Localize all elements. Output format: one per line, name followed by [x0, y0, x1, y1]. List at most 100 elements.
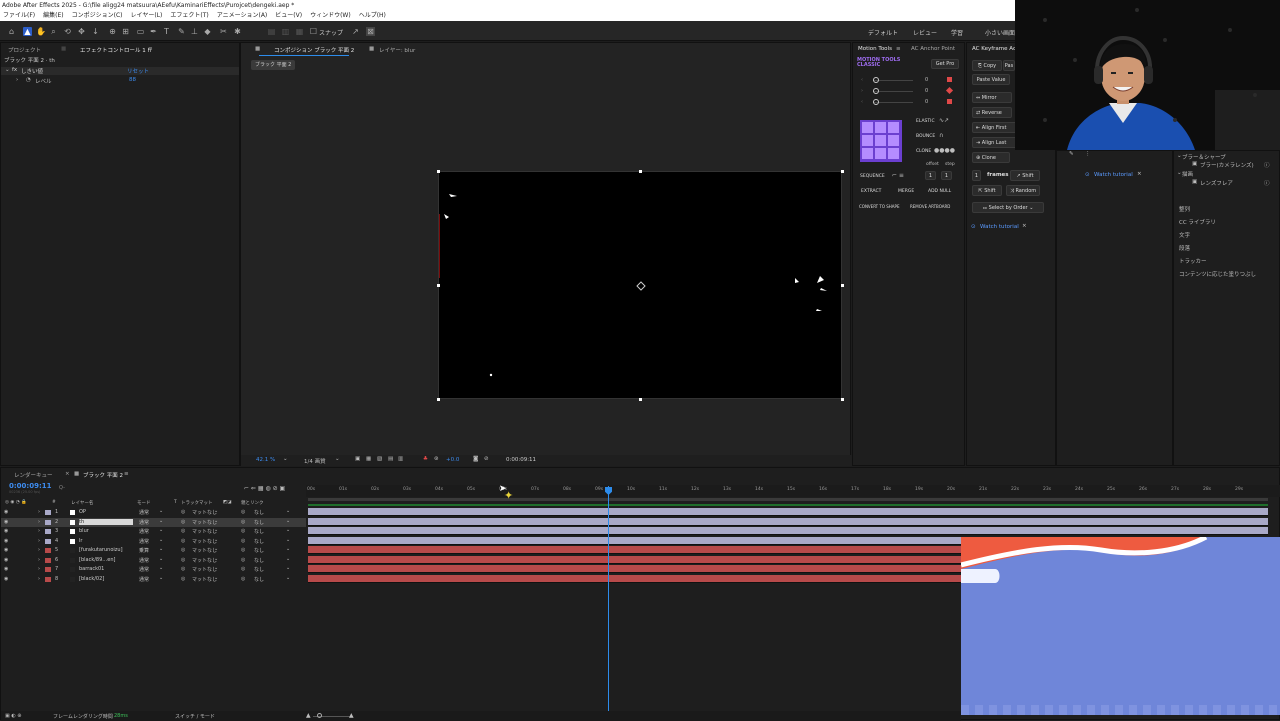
chevron-right-icon[interactable]: › [16, 77, 18, 83]
grid-icon[interactable]: ▥ [398, 456, 403, 462]
chevron-right-icon[interactable]: › [861, 88, 863, 94]
tab-menu-icon[interactable]: ≡ [148, 46, 153, 52]
get-pro-button[interactable]: Get Pro [931, 59, 959, 69]
param-value[interactable]: 88 [129, 77, 136, 83]
clone-button[interactable]: CLONE [916, 149, 931, 154]
stamp-tool-icon[interactable]: ⊥ [190, 27, 199, 36]
layer-search-input[interactable]: Q- [59, 485, 65, 491]
layer-duration-bar[interactable] [308, 517, 1268, 526]
paste-value-button[interactable]: Paste Value [972, 74, 1010, 85]
select-by-order-dropdown[interactable]: ⚏ Select by Order ⌄ [972, 202, 1044, 213]
dolly-tool-icon[interactable]: ↓ [91, 27, 100, 36]
chevron-down-icon[interactable]: ⌄ [1177, 153, 1182, 159]
sequence-button[interactable]: SEQUENCE [860, 174, 885, 179]
layer-duration-bar[interactable] [308, 574, 962, 583]
slider-track[interactable] [873, 80, 913, 81]
distribute-icon[interactable]: ▥ [281, 27, 290, 36]
grid-anchor-icon[interactable] [860, 120, 902, 162]
effect-category[interactable]: 描画 [1182, 170, 1193, 178]
exposure-reset-icon[interactable]: ⊛ [434, 456, 439, 462]
comp-canvas[interactable] [438, 171, 842, 399]
local-axis-icon[interactable]: ▦ [295, 27, 304, 36]
tab-menu-icon[interactable]: ■ [61, 46, 66, 52]
frames-input[interactable]: 1 [972, 170, 981, 181]
menu-window[interactable]: ウィンドウ(W) [310, 11, 351, 21]
home-icon[interactable]: ⌂ [7, 27, 16, 36]
align-last-button[interactable]: ⇥ Align Last [972, 137, 1017, 148]
snap-magnet-icon[interactable]: ↗ [351, 27, 360, 36]
selection-tool-icon[interactable]: ▲ [23, 27, 32, 36]
panel-cc-library[interactable]: CC ライブラリ [1179, 218, 1216, 226]
clone-button[interactable]: ⊕ Clone [972, 152, 1010, 163]
menu-layer[interactable]: レイヤー(L) [131, 11, 163, 21]
workspace-default[interactable]: デフォルト [868, 28, 898, 37]
elastic-button[interactable]: ELASTIC [916, 119, 935, 124]
slider-knob[interactable] [873, 88, 879, 94]
paste-button[interactable]: Pas [1003, 60, 1015, 71]
snap-checkbox-icon[interactable]: ☐ [309, 27, 318, 36]
play-circle-icon[interactable]: ⊙ [1085, 172, 1090, 178]
add-null-button[interactable]: ADD NULL [928, 189, 951, 194]
close-icon[interactable]: × [1022, 223, 1027, 229]
tab-effect-controls[interactable]: エフェクトコントロール 1 h [80, 46, 151, 54]
slider-value[interactable]: 0 [925, 88, 928, 94]
workspace-review[interactable]: レビュー [913, 28, 937, 37]
effect-item[interactable]: レンズフレア [1200, 179, 1233, 187]
chevron-left-icon[interactable]: ‹ [861, 99, 863, 105]
hand-tool-icon[interactable]: ✋ [36, 27, 46, 36]
workspace-learn[interactable]: 学習 [951, 28, 963, 37]
zoom-out-icon[interactable]: ▲ [306, 712, 311, 719]
red-square-icon[interactable] [947, 77, 952, 82]
snapshot-icon[interactable]: ◙ [473, 456, 478, 462]
chevron-left-icon[interactable]: ‹ [861, 77, 863, 83]
puppet-tool-icon[interactable]: ✱ [233, 27, 242, 36]
tab-anchor-point[interactable]: AC Anchor Point [911, 46, 955, 52]
shift-left-button[interactable]: ⇱ Shift [972, 185, 1002, 196]
watch-tutorial-link[interactable]: Watch tutorial [980, 224, 1019, 230]
shift-button[interactable]: ↗ Shift [1010, 170, 1040, 181]
timeline-timecode[interactable]: 0:00:09:11 [9, 482, 52, 490]
play-circle-icon[interactable]: ⊙ [971, 224, 976, 230]
random-button[interactable]: ⤨ Random [1006, 185, 1040, 196]
step-input[interactable]: 1 [941, 171, 952, 180]
show-snapshot-icon[interactable]: ⊘ [484, 456, 489, 462]
anchor-watch-tutorial-link[interactable]: Watch tutorial [1094, 172, 1133, 178]
panel-align[interactable]: 整列 [1179, 205, 1190, 213]
info-icon[interactable]: ⓘ [1264, 179, 1270, 187]
reverse-button[interactable]: ⇄ Reverse [972, 107, 1012, 118]
info-icon[interactable]: ⓘ [1264, 161, 1270, 169]
menu-file[interactable]: ファイル(F) [3, 11, 35, 21]
tab-layer[interactable]: レイヤー: blur [379, 46, 415, 54]
layer-duration-bar[interactable] [308, 508, 1268, 516]
pen-icon[interactable]: ✎ [1069, 151, 1074, 157]
zoom-level[interactable]: 42.1 % [256, 457, 275, 463]
pan-tool-icon[interactable]: ✥ [77, 27, 86, 36]
brush-tool-icon[interactable]: ✎ [177, 27, 186, 36]
comp-breadcrumb[interactable]: ブラック 平面 2 [251, 60, 296, 70]
panel-tracker[interactable]: トラッカー [1179, 257, 1207, 265]
exposure-value[interactable]: +0.0 [446, 457, 459, 463]
layer-duration-bar[interactable] [308, 546, 962, 554]
menu-composition[interactable]: コンポジション(C) [72, 11, 123, 21]
transparency-grid-icon[interactable]: ▦ [366, 456, 371, 462]
effect-category[interactable]: ブラー＆シャープ [1182, 153, 1226, 161]
slider-value[interactable]: 0 [925, 99, 928, 105]
orbit-tool-icon[interactable]: ⟲ [63, 27, 72, 36]
red-square-icon[interactable] [947, 99, 952, 104]
anchor-tool-icon[interactable]: ⊕ [108, 27, 117, 36]
panel-content-aware-fill[interactable]: コンテンツに応じた塗りつぶし [1179, 270, 1256, 278]
switches-modes-toggle[interactable]: スイッチ / モード [175, 713, 215, 720]
menu-effect[interactable]: エフェクト(T) [170, 11, 208, 21]
sequence-steps-icon[interactable]: ⌐ ≡ [892, 172, 904, 179]
tab-project[interactable]: プロジェクト [8, 46, 41, 54]
chevron-down-icon[interactable]: ⌄ [283, 456, 288, 462]
slider-value[interactable]: 0 [925, 77, 928, 83]
type-tool-icon[interactable]: T [162, 27, 171, 36]
more-icon[interactable]: ⋮ [1085, 151, 1091, 157]
tab-menu-icon[interactable]: ≡ [124, 471, 129, 477]
menu-help[interactable]: ヘルプ(H) [359, 11, 386, 21]
slider-knob[interactable] [873, 99, 879, 105]
menu-edit[interactable]: 編集(E) [43, 11, 63, 21]
merge-button[interactable]: MERGE [898, 189, 914, 194]
layer-duration-bar[interactable] [308, 565, 962, 573]
